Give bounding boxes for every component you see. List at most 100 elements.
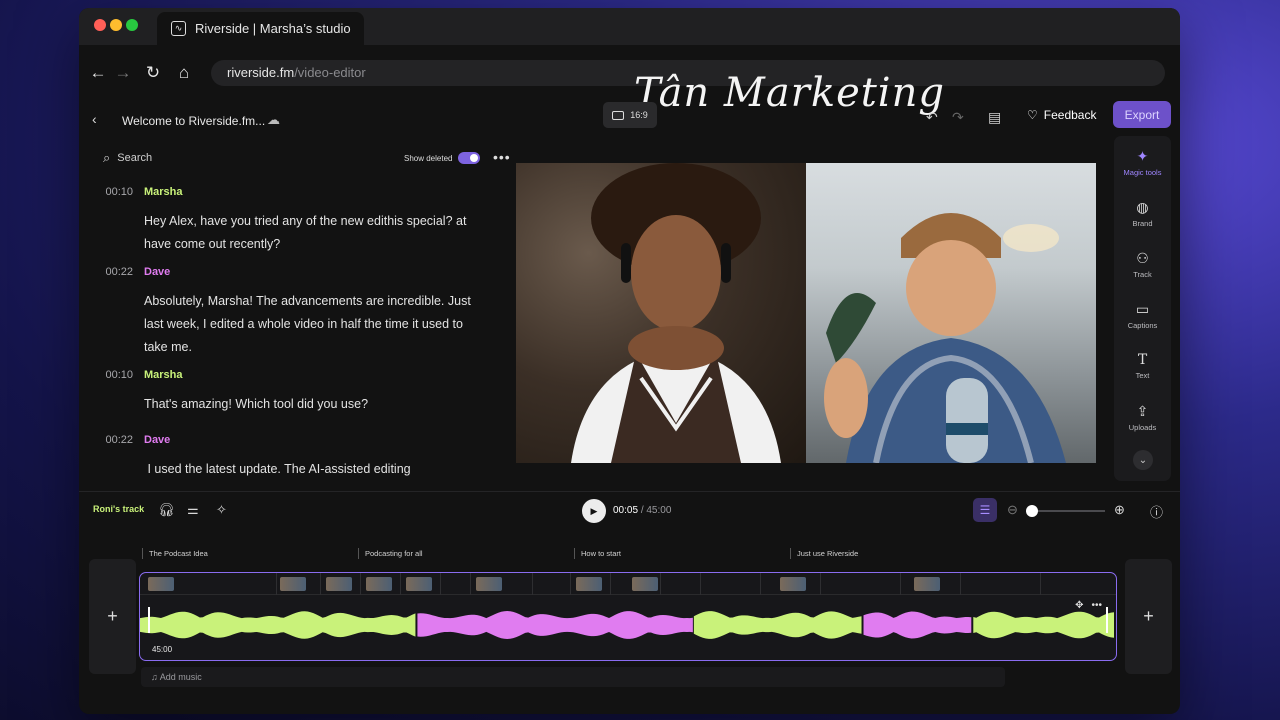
tool-text[interactable]: T Text bbox=[1114, 352, 1171, 380]
tool-label: Brand bbox=[1132, 219, 1153, 228]
back-arrow-icon[interactable]: ← bbox=[87, 62, 109, 84]
search-placeholder: Search bbox=[117, 152, 153, 164]
editor-header: ‹ Welcome to Riverside.fm... ☁ 16:9 ↶ ↷ … bbox=[79, 101, 1180, 139]
chevron-down-icon[interactable]: ⌄ bbox=[1133, 450, 1153, 470]
reload-icon[interactable]: ↻ bbox=[142, 62, 164, 84]
tool-track[interactable]: ⚇ Track bbox=[1114, 250, 1171, 279]
playback-controls: Roni's track 🎧︎ ⚌ ✧ ▶ 00:05 / 45:00 ☰ ⊖ … bbox=[79, 493, 1180, 530]
video-feed-marsha bbox=[516, 163, 806, 463]
thumbnail-separator bbox=[760, 573, 761, 595]
aspect-ratio-label: 16:9 bbox=[630, 110, 648, 120]
forward-arrow-icon[interactable]: → bbox=[112, 62, 134, 84]
chapter-marker[interactable]: Just use Riverside bbox=[790, 548, 858, 559]
more-options-icon[interactable]: ••• bbox=[1091, 600, 1102, 611]
chapter-markers: The Podcast Idea Podcasting for all How … bbox=[79, 548, 1180, 562]
video-thumbnail bbox=[632, 577, 658, 591]
tool-captions[interactable]: ▭ Captions bbox=[1114, 301, 1171, 330]
aspect-ratio-button[interactable]: 16:9 bbox=[603, 102, 657, 128]
title-bar: ∿ Riverside | Marsha’s studio bbox=[79, 8, 1180, 45]
zoom-slider-track[interactable] bbox=[1029, 510, 1105, 512]
upload-icon: ⇪ bbox=[1136, 403, 1149, 419]
video-thumbnail bbox=[326, 577, 352, 591]
zoom-out-icon[interactable]: ⊖ bbox=[1007, 502, 1018, 518]
track-name[interactable]: Roni's track bbox=[93, 504, 144, 514]
video-thumbnail bbox=[476, 577, 502, 591]
move-icon[interactable]: ✥ bbox=[1075, 600, 1083, 611]
tool-uploads[interactable]: ⇪ Uploads bbox=[1114, 403, 1171, 432]
sparkle-icon: ✦ bbox=[1136, 148, 1149, 164]
marsha-illustration bbox=[571, 163, 781, 463]
sparkle-icon[interactable]: ✧ bbox=[216, 502, 227, 518]
help-icon[interactable]: ⓘ bbox=[1150, 502, 1163, 521]
sliders-icon[interactable]: ⚌ bbox=[187, 502, 199, 518]
add-music-bar[interactable]: ♫ Add music bbox=[141, 667, 1005, 687]
more-options-icon[interactable]: ••• bbox=[493, 149, 511, 165]
entry-speaker: Marsha bbox=[144, 186, 183, 198]
tool-label: Text bbox=[1135, 371, 1150, 380]
thumbnail-separator bbox=[570, 573, 571, 595]
thumbnail-separator bbox=[610, 573, 611, 595]
show-deleted-label: Show deleted bbox=[404, 153, 453, 163]
video-thumbnail bbox=[148, 577, 174, 591]
tool-label: Uploads bbox=[1128, 423, 1157, 432]
entry-text: I used the latest update. The AI-assiste… bbox=[144, 462, 411, 476]
search-icon: ⌕ bbox=[103, 150, 111, 165]
show-deleted-toggle[interactable] bbox=[458, 152, 481, 164]
minimize-window-button[interactable] bbox=[110, 19, 122, 31]
undo-icon[interactable]: ↶ bbox=[926, 109, 938, 126]
headphones-icon[interactable]: 🎧︎ bbox=[158, 502, 175, 518]
add-track-after-button[interactable]: + bbox=[1125, 559, 1172, 674]
tool-brand[interactable]: ◍ Brand bbox=[1114, 199, 1171, 228]
thumbnail-separator bbox=[440, 573, 441, 595]
browser-tab[interactable]: ∿ Riverside | Marsha’s studio bbox=[157, 12, 364, 45]
chapter-marker[interactable]: Podcasting for all bbox=[358, 548, 423, 559]
entry-text: Absolutely, Marsha! The advancements are… bbox=[144, 294, 471, 354]
thumbnail-separator bbox=[1040, 573, 1041, 595]
close-window-button[interactable] bbox=[94, 19, 106, 31]
play-button[interactable]: ▶ bbox=[582, 499, 606, 523]
entry-timestamp: 00:22 bbox=[105, 434, 133, 446]
video-feed-dave bbox=[806, 163, 1096, 463]
entry-timestamp: 00:10 bbox=[105, 186, 133, 198]
entry-speaker: Marsha bbox=[144, 369, 183, 381]
show-deleted-control: Show deleted bbox=[404, 152, 481, 164]
playback-time: 00:05 / 45:00 bbox=[613, 505, 672, 516]
zoom-in-icon[interactable]: ⊕ bbox=[1114, 502, 1125, 518]
chapter-marker[interactable]: The Podcast Idea bbox=[142, 548, 208, 559]
tool-label: Magic tools bbox=[1123, 168, 1162, 177]
feedback-label: Feedback bbox=[1043, 108, 1097, 122]
chapter-marker[interactable]: How to start bbox=[574, 548, 621, 559]
tool-magic-tools[interactable]: ✦ Magic tools bbox=[1114, 148, 1171, 177]
chevron-left-icon[interactable]: ‹ bbox=[92, 111, 97, 127]
track-duration: 45:00 bbox=[152, 645, 173, 654]
add-track-before-button[interactable]: + bbox=[89, 559, 136, 674]
aspect-ratio-icon bbox=[612, 110, 625, 120]
video-thumbnail bbox=[366, 577, 392, 591]
browser-nav-bar: ← → ↻ ⌂ riverside.fm/video-editor Tân Ma… bbox=[79, 45, 1180, 116]
current-time: 00:05 bbox=[613, 505, 639, 516]
home-icon[interactable]: ⌂ bbox=[173, 62, 195, 84]
thumbnail-separator bbox=[276, 573, 277, 595]
video-thumbnail bbox=[280, 577, 306, 591]
riverside-logo-icon: ∿ bbox=[171, 21, 186, 36]
cloud-sync-icon: ☁ bbox=[267, 112, 280, 127]
waveform-segment bbox=[140, 611, 416, 639]
playhead-marker[interactable] bbox=[148, 607, 150, 633]
tab-title: Riverside | Marsha’s studio bbox=[195, 21, 351, 36]
zoom-slider-handle[interactable] bbox=[1026, 505, 1038, 517]
redo-icon[interactable]: ↷ bbox=[952, 109, 964, 126]
trim-handle[interactable] bbox=[1106, 607, 1108, 633]
maximize-window-button[interactable] bbox=[126, 19, 138, 31]
transcript-search[interactable]: ⌕ Search bbox=[103, 150, 152, 166]
layout-icon[interactable]: ▤ bbox=[988, 109, 1001, 126]
thumbnail-separator bbox=[320, 573, 321, 595]
feedback-button[interactable]: ♡ Feedback bbox=[1027, 108, 1096, 122]
thumbnail-separator bbox=[470, 573, 471, 595]
project-title[interactable]: Welcome to Riverside.fm... bbox=[122, 114, 265, 128]
entry-timestamp: 00:10 bbox=[105, 369, 133, 381]
audio-video-track[interactable]: 45:00 ✥ ••• bbox=[139, 572, 1117, 661]
video-preview[interactable] bbox=[516, 163, 1096, 463]
entry-speaker: Dave bbox=[144, 434, 171, 446]
export-button[interactable]: Export bbox=[1113, 101, 1171, 128]
captions-toggle-button[interactable]: ☰ bbox=[973, 498, 997, 522]
